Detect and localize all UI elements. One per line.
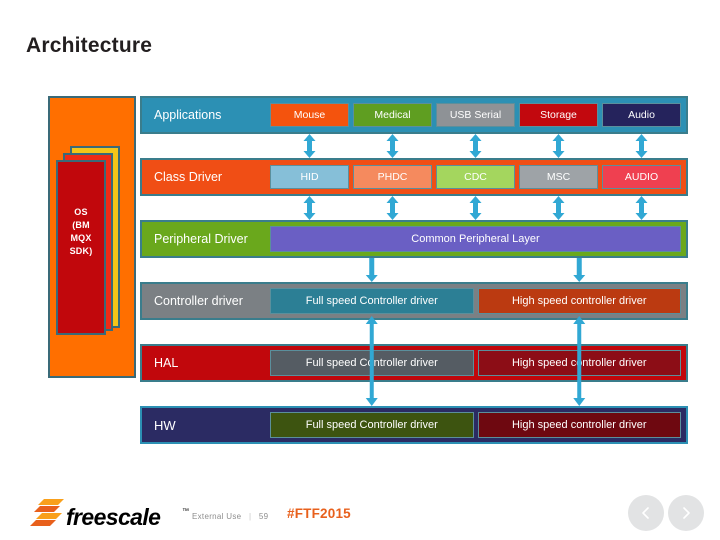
page-number: 59 [258, 512, 269, 521]
layer-label-hal: HAL [154, 356, 179, 370]
app-cell-storage[interactable]: Storage [519, 103, 598, 127]
page-title: Architecture [26, 34, 153, 57]
app-cell-mouse[interactable]: Mouse [270, 103, 349, 127]
controller-cell-high-speed[interactable]: High speed controller driver [477, 288, 681, 314]
event-hashtag: #FTF2015 [287, 506, 351, 521]
hw-cell-high-speed[interactable]: High speed controller driver [477, 412, 681, 438]
chevron-left-icon [642, 507, 649, 519]
layer-label-applications: Applications [154, 108, 222, 122]
os-label-line-2: (BM [72, 220, 90, 230]
hal-cell-high-speed[interactable]: High speed controller driver [477, 350, 681, 376]
class-cell-audio[interactable]: AUDIO [602, 165, 681, 189]
layer-cells-hal: Full speed Controller driver High speed … [270, 346, 686, 380]
chevron-right-icon [683, 507, 690, 519]
layer-cells-class-driver: HID PHDC CDC MSC AUDIO [270, 160, 686, 194]
footer-divider: | [248, 512, 252, 521]
class-cell-cdc[interactable]: CDC [436, 165, 515, 189]
external-use-label: External Use [192, 512, 242, 521]
class-cell-phdc[interactable]: PHDC [353, 165, 432, 189]
layer-label-controller-driver: Controller driver [154, 294, 243, 308]
os-stack-label: OS (BM MQX SDK) [56, 206, 106, 258]
hal-cell-full-speed[interactable]: Full speed Controller driver [270, 350, 474, 376]
freescale-logo: freescale ™ [30, 496, 189, 532]
layer-label-class-driver: Class Driver [154, 170, 223, 184]
previous-slide-button[interactable] [628, 495, 664, 531]
layer-cells-peripheral-driver: Common Peripheral Layer [270, 222, 686, 256]
layer-row-peripheral-driver: Peripheral Driver Common Peripheral Laye… [140, 220, 688, 258]
app-cell-usb-serial[interactable]: USB Serial [436, 103, 515, 127]
app-cell-medical[interactable]: Medical [353, 103, 432, 127]
hw-cell-full-speed[interactable]: Full speed Controller driver [270, 412, 474, 438]
layer-label-peripheral-driver: Peripheral Driver [154, 232, 248, 246]
layer-row-hw: HW Full speed Controller driver High spe… [140, 406, 688, 444]
os-stack: OS (BM MQX SDK) [48, 96, 136, 378]
os-label-line-4: SDK) [69, 246, 93, 256]
controller-cell-full-speed[interactable]: Full speed Controller driver [270, 288, 474, 314]
os-label-line-1: OS [74, 207, 88, 217]
freescale-logo-text: freescale [66, 504, 161, 530]
class-cell-hid[interactable]: HID [270, 165, 349, 189]
class-cell-msc[interactable]: MSC [519, 165, 598, 189]
layer-cells-controller-driver: Full speed Controller driver High speed … [270, 284, 686, 318]
layer-label-hw: HW [154, 417, 176, 433]
next-slide-button[interactable] [668, 495, 704, 531]
footer-meta: External Use | 59 [192, 512, 268, 521]
os-label-line-3: MQX [70, 233, 92, 243]
connector-arrows [303, 134, 648, 406]
app-cell-audio[interactable]: Audio [602, 103, 681, 127]
layer-row-hal: HAL Full speed Controller driver High sp… [140, 344, 688, 382]
architecture-diagram: OS (BM MQX SDK) Applications Mouse Medic… [48, 96, 688, 446]
freescale-logo-mark [30, 499, 64, 526]
slide-footer: freescale ™ External Use | 59 #FTF2015 [0, 487, 720, 540]
layer-row-controller-driver: Controller driver Full speed Controller … [140, 282, 688, 320]
peripheral-cell-common-layer[interactable]: Common Peripheral Layer [270, 226, 681, 252]
layer-row-applications: Applications Mouse Medical USB Serial St… [140, 96, 688, 134]
layer-row-class-driver: Class Driver HID PHDC CDC MSC AUDIO [140, 158, 688, 196]
layer-cells-hw: Full speed Controller driver High speed … [270, 408, 686, 442]
layer-cells-applications: Mouse Medical USB Serial Storage Audio [270, 98, 686, 132]
trademark-symbol: ™ [182, 508, 189, 515]
